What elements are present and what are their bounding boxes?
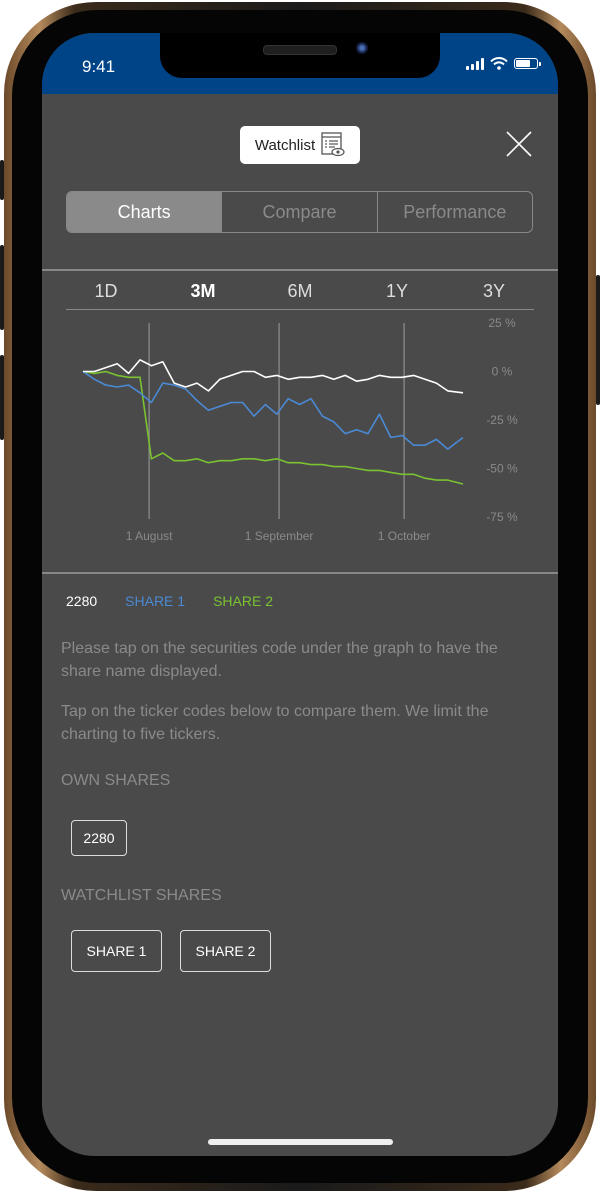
x-tick-label: 1 September — [245, 529, 314, 543]
tab-charts[interactable]: Charts — [67, 192, 222, 232]
price-chart[interactable]: 1 August 1 September 1 October 25 % 0 % -25 %… — [42, 313, 558, 573]
chart-legend: 2280 SHARE 1 SHARE 2 — [66, 593, 273, 609]
watchlist-shares-heading: WATCHLIST SHARES — [61, 887, 222, 904]
volume-up-button — [0, 245, 4, 330]
y-tick-label: -50 % — [486, 462, 518, 476]
range-3y[interactable]: 3Y — [454, 277, 534, 309]
watchlist-eye-icon — [321, 132, 345, 157]
tab-compare[interactable]: Compare — [221, 192, 376, 232]
cellular-signal-icon — [466, 57, 484, 70]
mute-switch — [0, 160, 4, 200]
power-button — [596, 275, 600, 405]
info-text-securities: Please tap on the securities code under … — [61, 640, 498, 680]
view-tabs: Charts Compare Performance — [66, 191, 533, 233]
range-6m[interactable]: 6M — [260, 277, 340, 309]
series-line-2280 — [83, 359, 464, 394]
legend-item-share-2[interactable]: SHARE 2 — [213, 593, 273, 609]
legend-item-2280[interactable]: 2280 — [66, 593, 97, 609]
x-tick-label: 1 October — [378, 529, 431, 543]
notch — [160, 33, 440, 78]
y-tick-label: -75 % — [486, 510, 518, 524]
watchlist-share-2-button[interactable]: SHARE 2 — [180, 930, 271, 972]
status-time: 9:41 — [82, 57, 116, 76]
range-1d[interactable]: 1D — [66, 277, 146, 309]
legend-item-share-1[interactable]: SHARE 1 — [125, 593, 185, 609]
watchlist-share-1-button[interactable]: SHARE 1 — [71, 930, 162, 972]
range-3m[interactable]: 3M — [163, 277, 243, 309]
y-tick-label: 0 % — [492, 365, 513, 379]
y-tick-label: -25 % — [486, 413, 518, 427]
range-tabs: 1D 3M 6M 1Y 3Y — [66, 277, 534, 310]
battery-icon — [514, 58, 541, 69]
divider-top — [42, 269, 558, 271]
watchlist-button[interactable]: Watchlist — [240, 126, 360, 164]
info-text-compare: Tap on the ticker codes below to compare… — [61, 703, 489, 743]
front-camera — [356, 42, 368, 54]
own-shares-heading: OWN SHARES — [61, 772, 171, 789]
close-icon[interactable] — [504, 129, 534, 159]
series-line-share-2 — [82, 370, 464, 485]
own-share-2280-button[interactable]: 2280 — [71, 820, 127, 856]
tab-performance[interactable]: Performance — [376, 192, 532, 232]
y-tick-label: 25 % — [488, 316, 516, 330]
speaker — [263, 45, 337, 55]
watchlist-label: Watchlist — [254, 136, 316, 154]
volume-down-button — [0, 355, 4, 440]
series-line-share-1 — [82, 370, 464, 450]
x-tick-label: 1 August — [126, 529, 173, 543]
wifi-icon — [490, 57, 508, 70]
screen: 9:41 Watchlist Charts Compare Performanc… — [42, 33, 558, 1156]
home-indicator[interactable] — [208, 1139, 393, 1145]
range-1y[interactable]: 1Y — [357, 277, 437, 309]
divider-bottom — [42, 572, 558, 574]
status-icons — [466, 57, 541, 70]
